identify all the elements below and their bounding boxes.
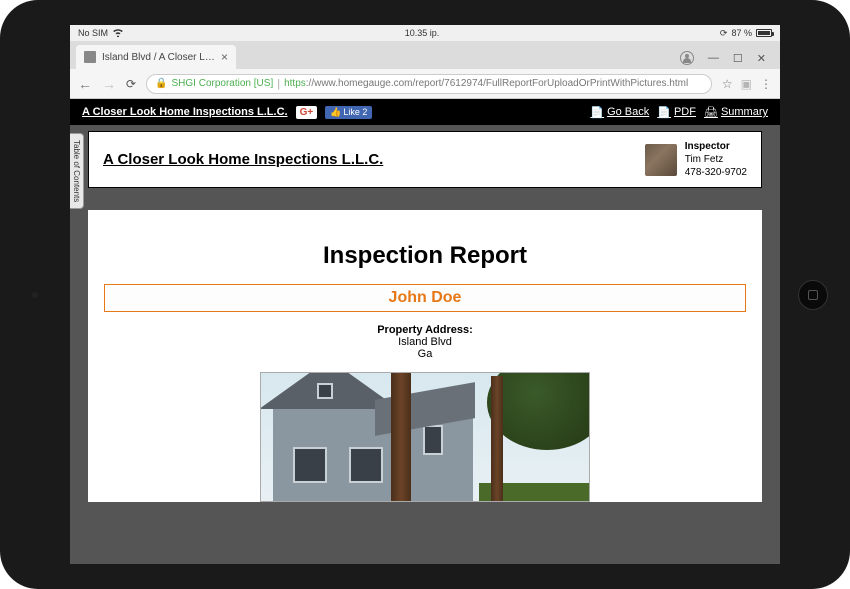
inspector-name: Tim Fetz bbox=[685, 153, 747, 166]
tab-favicon bbox=[84, 51, 96, 63]
property-photo bbox=[260, 372, 590, 502]
client-name: John Doe bbox=[389, 289, 462, 306]
ipad-frame: No SIM 10.35 ip. ⟳ 87 % Island Blvd / A … bbox=[0, 0, 850, 589]
facebook-like-button[interactable]: 👍 Like 2 bbox=[325, 106, 372, 119]
address-label: Property Address: bbox=[104, 324, 746, 336]
tab-close-icon[interactable]: × bbox=[221, 50, 228, 64]
inspector-label: Inspector bbox=[685, 140, 747, 153]
battery-icon bbox=[756, 29, 772, 37]
print-icon: 🖨 bbox=[704, 106, 718, 119]
screen: No SIM 10.35 ip. ⟳ 87 % Island Blvd / A … bbox=[70, 25, 780, 564]
star-icon[interactable]: ☆ bbox=[722, 77, 733, 91]
address-line-1: Island Blvd bbox=[104, 336, 746, 348]
report-content: Inspection Report John Doe Property Addr… bbox=[88, 210, 762, 502]
url-box[interactable]: 🔒 SHGI Corporation [US] | https://www.ho… bbox=[146, 74, 712, 94]
secure-org: SHGI Corporation [US] bbox=[172, 78, 274, 89]
wifi-icon bbox=[112, 28, 124, 39]
address-line-2: Ga bbox=[104, 348, 746, 360]
carrier-label: No SIM bbox=[78, 28, 108, 38]
document-icon: 📄 bbox=[590, 106, 604, 119]
inspector-photo bbox=[645, 144, 677, 176]
toc-tab[interactable]: Table of Contents bbox=[70, 133, 84, 209]
page-toolbar: A Closer Look Home Inspections L.L.C. G+… bbox=[70, 99, 780, 125]
inspector-block: Inspector Tim Fetz 478-320-9702 bbox=[645, 140, 747, 179]
address-bar: ← → ⟳ 🔒 SHGI Corporation [US] | https://… bbox=[70, 69, 780, 99]
client-box: John Doe bbox=[104, 284, 746, 312]
report-header: A Closer Look Home Inspections L.L.C. In… bbox=[88, 131, 762, 188]
maximize-button[interactable]: ☐ bbox=[733, 52, 743, 65]
report-title: Inspection Report bbox=[104, 242, 746, 270]
lock-icon: 🔒 bbox=[155, 78, 167, 89]
inspector-phone: 478-320-9702 bbox=[685, 166, 747, 179]
front-camera bbox=[32, 292, 38, 298]
url-text: https://www.homegauge.com/report/7612974… bbox=[284, 78, 688, 89]
close-window-button[interactable]: ✕ bbox=[757, 52, 766, 65]
reload-button[interactable]: ⟳ bbox=[126, 77, 136, 91]
thumbs-up-icon: 👍 bbox=[330, 107, 341, 118]
company-header: A Closer Look Home Inspections L.L.C. bbox=[103, 151, 383, 168]
minimize-button[interactable]: — bbox=[708, 52, 719, 64]
go-back-link[interactable]: 📄 Go Back bbox=[590, 106, 649, 119]
tab-title: Island Blvd / A Closer Look bbox=[102, 52, 215, 63]
status-bar: No SIM 10.35 ip. ⟳ 87 % bbox=[70, 25, 780, 41]
pdf-link[interactable]: 📄 PDF bbox=[657, 106, 696, 119]
user-icon[interactable] bbox=[680, 51, 694, 65]
tab-strip: Island Blvd / A Closer Look × — ☐ ✕ bbox=[70, 41, 780, 69]
home-button[interactable] bbox=[798, 280, 828, 310]
window-controls: — ☐ ✕ bbox=[680, 51, 774, 69]
back-button[interactable]: ← bbox=[78, 76, 92, 92]
battery-percent: 87 % bbox=[731, 28, 752, 38]
clock: 10.35 ip. bbox=[405, 28, 440, 38]
summary-link[interactable]: 🖨 Summary bbox=[704, 106, 768, 119]
company-link[interactable]: A Closer Look Home Inspections L.L.C. bbox=[82, 106, 288, 118]
orientation-lock-icon: ⟳ bbox=[720, 28, 728, 39]
page-body: Table of Contents A Closer Look Home Ins… bbox=[70, 125, 780, 564]
forward-button[interactable]: → bbox=[102, 76, 116, 92]
menu-icon[interactable]: ⋮ bbox=[760, 77, 772, 91]
browser-tab[interactable]: Island Blvd / A Closer Look × bbox=[76, 45, 236, 69]
pdf-icon: 📄 bbox=[657, 106, 671, 119]
cast-icon[interactable]: ▣ bbox=[741, 77, 752, 91]
google-plus-button[interactable]: G+ bbox=[296, 106, 318, 119]
